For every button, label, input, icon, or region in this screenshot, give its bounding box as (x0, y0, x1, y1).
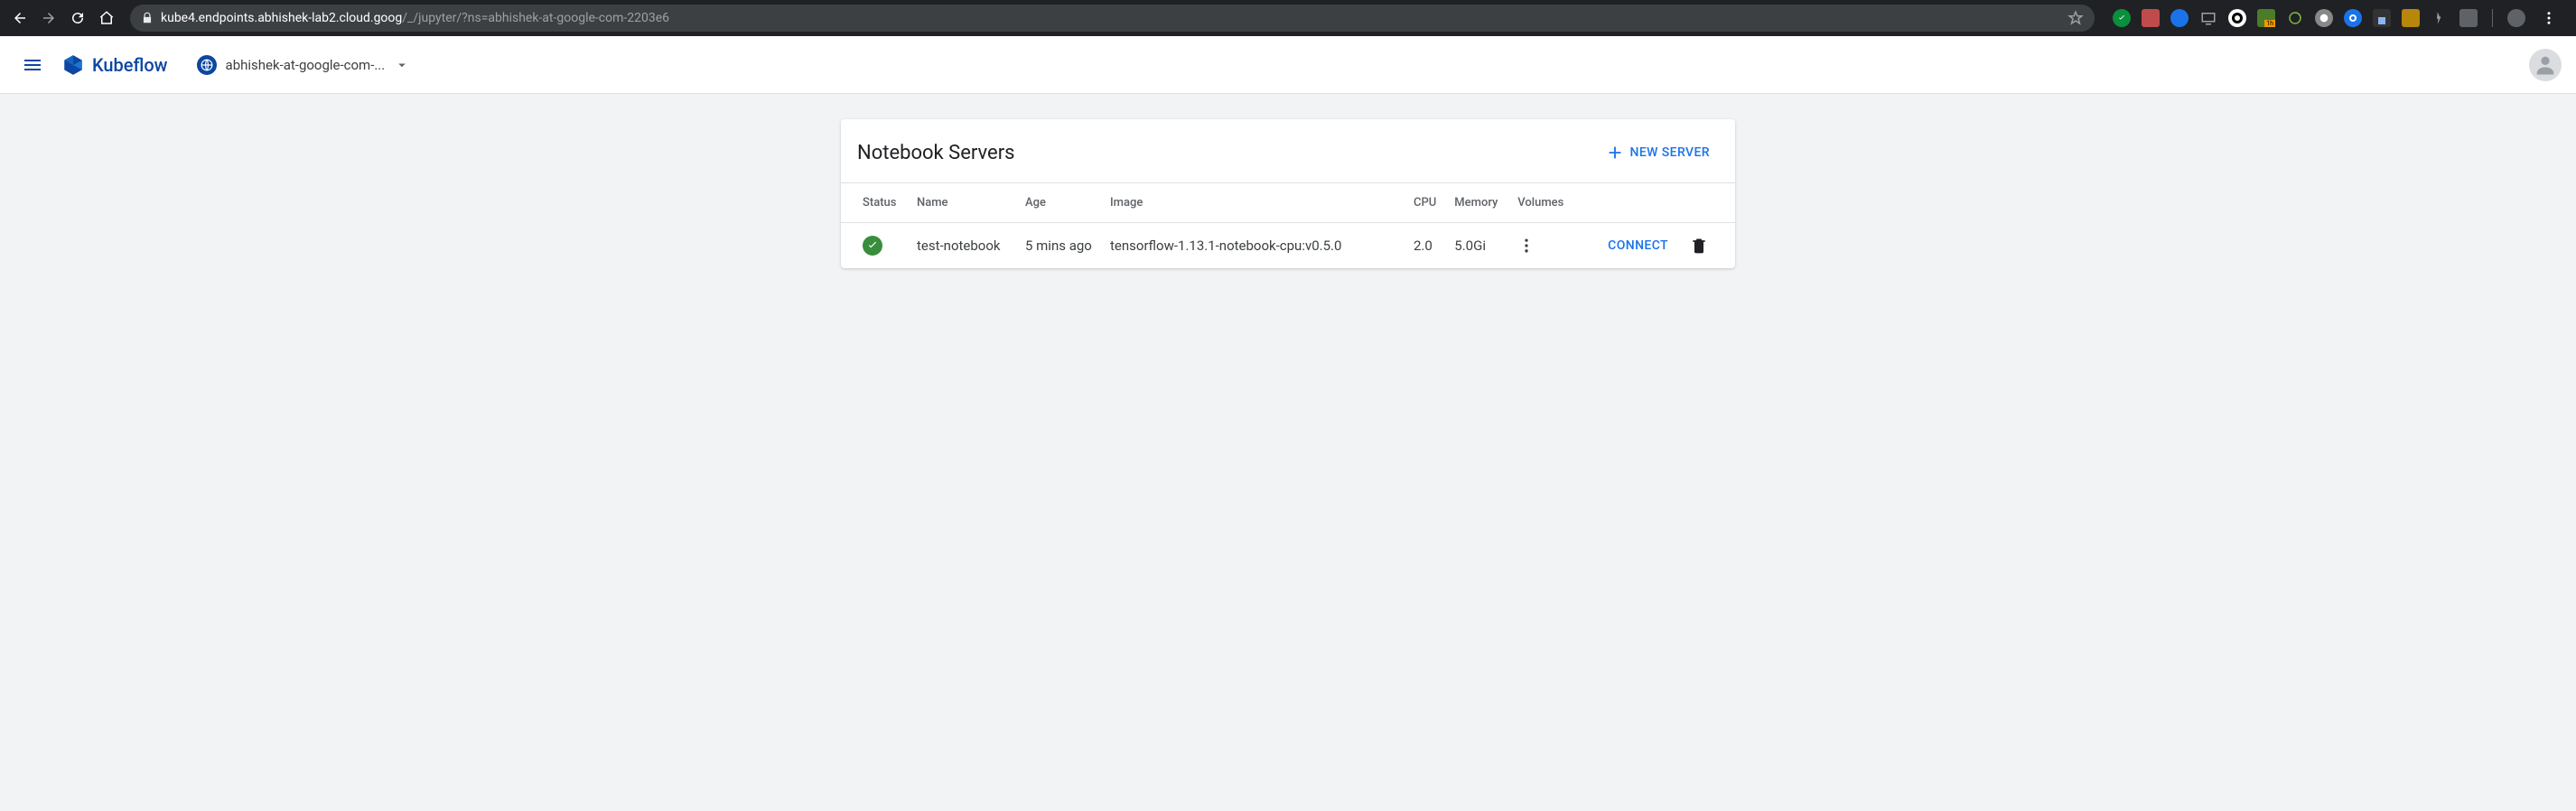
url-path: /_/jupyter/?ns=abhishek-at-google-com-22… (402, 11, 669, 25)
browser-menu-button[interactable] (2536, 5, 2562, 31)
user-avatar[interactable] (2529, 49, 2562, 81)
delete-button[interactable] (1690, 237, 1708, 255)
extension-icon[interactable] (2315, 9, 2333, 27)
cell-cpu: 2.0 (1405, 223, 1445, 269)
page-title: Notebook Servers (857, 142, 1015, 164)
plus-icon (1605, 143, 1625, 163)
extension-icon[interactable] (2402, 9, 2420, 27)
namespace-label: abhishek-at-google-com-... (226, 57, 386, 73)
extension-icon[interactable] (2286, 9, 2304, 27)
extension-icon[interactable] (2113, 9, 2131, 27)
column-header-memory: Memory (1445, 183, 1508, 223)
url-host: kube4.endpoints.abhishek-lab2.cloud.goog (161, 11, 402, 25)
browser-reload-button[interactable] (65, 5, 90, 31)
bookmark-star-icon[interactable] (2067, 10, 2084, 26)
new-server-button[interactable]: NEW SERVER (1596, 137, 1719, 168)
column-header-cpu: CPU (1405, 183, 1445, 223)
globe-icon (197, 55, 217, 75)
trash-icon (1690, 237, 1708, 255)
cell-age: 5 mins ago (1016, 223, 1101, 269)
extension-icon[interactable] (2142, 9, 2160, 27)
new-server-label: NEW SERVER (1630, 145, 1710, 160)
notebook-servers-card: Notebook Servers NEW SERVER Status Name … (841, 119, 1735, 268)
cell-name: test-notebook (908, 223, 1016, 269)
extension-icon[interactable] (2228, 9, 2246, 27)
chevron-down-icon (394, 57, 410, 73)
extension-icon[interactable] (2373, 9, 2391, 27)
brand-text: Kubeflow (92, 54, 168, 76)
extension-icon[interactable] (2431, 9, 2449, 27)
browser-home-button[interactable] (94, 5, 119, 31)
row-actions: CONNECT (1582, 237, 1726, 255)
column-header-age: Age (1016, 183, 1101, 223)
column-header-volumes: Volumes (1508, 183, 1573, 223)
connect-button[interactable]: CONNECT (1608, 238, 1668, 253)
column-header-status: Status (841, 183, 908, 223)
cell-image: tensorflow-1.13.1-notebook-cpu:v0.5.0 (1101, 223, 1405, 269)
extension-icon[interactable]: 1h (2257, 9, 2275, 27)
browser-back-button[interactable] (7, 5, 33, 31)
lock-icon (141, 12, 154, 24)
column-header-name: Name (908, 183, 1016, 223)
status-ok-icon (863, 236, 882, 256)
namespace-selector[interactable]: abhishek-at-google-com-... (197, 55, 411, 75)
table-header-row: Status Name Age Image CPU Memory Volumes (841, 183, 1735, 223)
cell-memory: 5.0Gi (1445, 223, 1508, 269)
page-content: Notebook Servers NEW SERVER Status Name … (0, 94, 2576, 294)
column-header-image: Image (1101, 183, 1405, 223)
app-topbar: Kubeflow abhishek-at-google-com-... (0, 36, 2576, 94)
kubeflow-logo[interactable]: Kubeflow (61, 53, 168, 77)
table-row: test-notebook 5 mins ago tensorflow-1.13… (841, 223, 1735, 269)
kubeflow-logo-icon (61, 53, 85, 77)
servers-table: Status Name Age Image CPU Memory Volumes (841, 182, 1735, 268)
column-header-actions (1573, 183, 1735, 223)
extension-icon[interactable] (2459, 9, 2478, 27)
extension-icon[interactable] (2170, 9, 2189, 27)
browser-omnibox[interactable]: kube4.endpoints.abhishek-lab2.cloud.goog… (130, 5, 2095, 32)
browser-extensions: 1h (2105, 5, 2569, 31)
extension-icon[interactable] (2344, 9, 2362, 27)
card-header: Notebook Servers NEW SERVER (841, 119, 1735, 182)
browser-profile-avatar[interactable] (2507, 9, 2525, 27)
separator (2492, 9, 2493, 27)
volumes-menu-button[interactable] (1517, 237, 1563, 255)
extension-icon[interactable] (2199, 9, 2217, 27)
hamburger-menu-button[interactable] (14, 47, 51, 83)
browser-chrome: kube4.endpoints.abhishek-lab2.cloud.goog… (0, 0, 2576, 36)
browser-forward-button[interactable] (36, 5, 61, 31)
